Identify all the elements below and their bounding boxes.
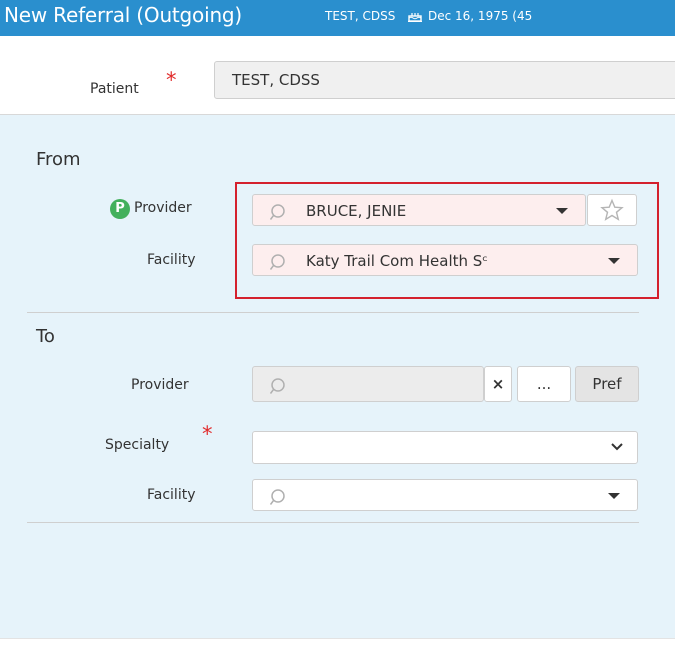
specialty-required-mark: * xyxy=(202,422,213,446)
from-section-title: From xyxy=(36,149,81,170)
chevron-down-icon[interactable] xyxy=(608,493,620,499)
header-patient-name: TEST, CDSS xyxy=(325,9,396,23)
to-facility-field[interactable] xyxy=(252,479,638,511)
from-facility-label: Facility xyxy=(147,252,196,268)
section-divider xyxy=(27,522,639,523)
header-dob: Dec 16, 1975 (45 xyxy=(428,9,533,23)
specialty-label: Specialty xyxy=(105,437,170,453)
footer-strip xyxy=(0,638,675,667)
search-icon xyxy=(270,378,285,394)
to-section-title: To xyxy=(36,326,55,347)
patient-value: TEST, CDSS xyxy=(232,71,320,89)
birthday-cake-icon xyxy=(408,13,422,22)
highlight-box xyxy=(235,182,659,299)
more-button[interactable]: ... xyxy=(517,366,571,402)
search-icon xyxy=(270,489,285,505)
primary-provider-badge: P xyxy=(110,199,130,219)
patient-required-mark: * xyxy=(166,68,177,92)
specialty-select[interactable] xyxy=(252,431,638,464)
page-title: New Referral (Outgoing) xyxy=(4,3,243,27)
section-divider xyxy=(27,312,639,313)
patient-field[interactable]: TEST, CDSS xyxy=(214,61,675,99)
clear-button[interactable]: × xyxy=(484,366,512,402)
to-facility-label: Facility xyxy=(147,487,196,503)
patient-label: Patient xyxy=(90,81,139,97)
pref-button[interactable]: Pref xyxy=(575,366,639,402)
chevron-down-icon xyxy=(611,443,623,451)
to-provider-label: Provider xyxy=(131,377,189,393)
title-bar: New Referral (Outgoing) TEST, CDSS Dec 1… xyxy=(0,0,675,36)
from-provider-label: Provider xyxy=(134,200,192,216)
to-provider-field[interactable] xyxy=(252,366,484,402)
